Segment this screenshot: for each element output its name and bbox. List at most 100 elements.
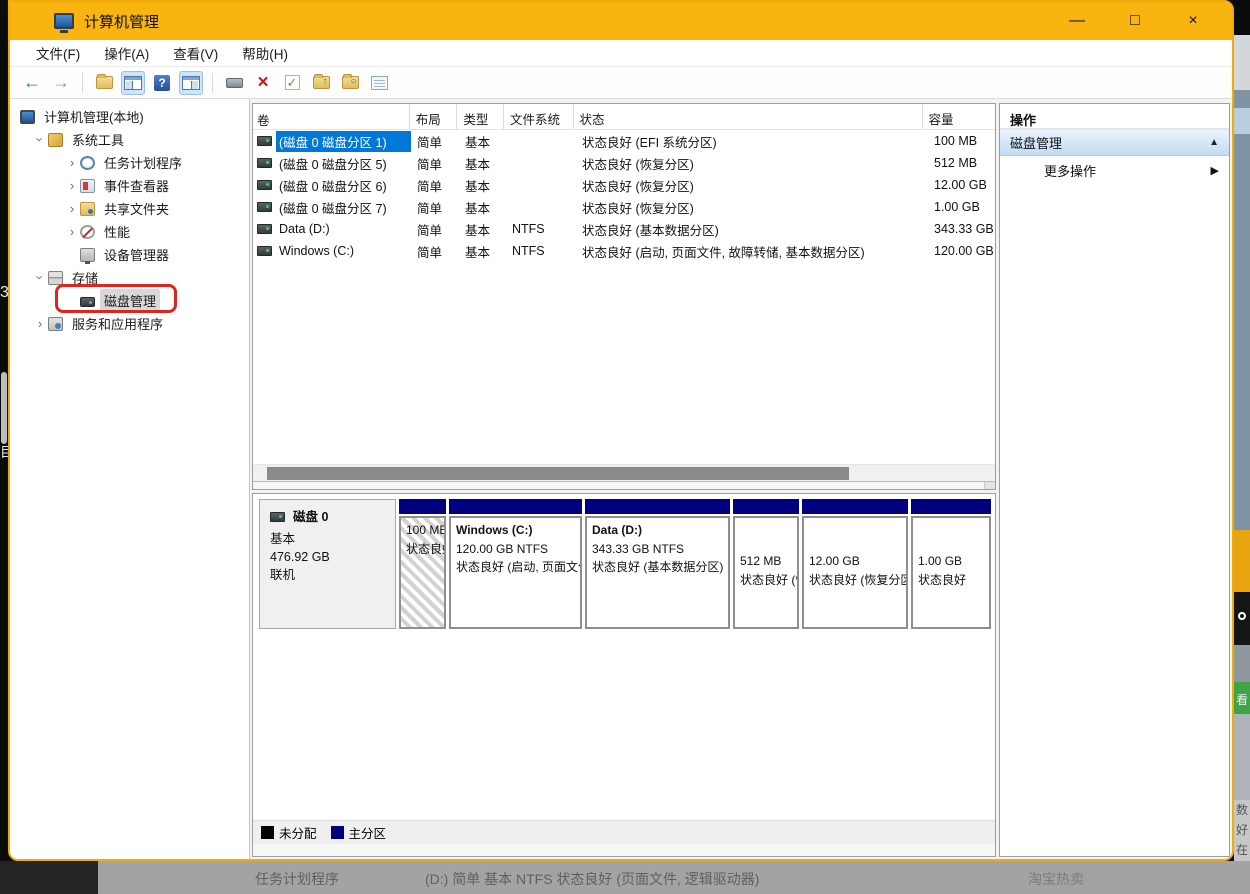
menu-view[interactable]: 查看(V): [163, 40, 228, 66]
col-type[interactable]: 类型: [457, 104, 504, 129]
chevron-right-icon[interactable]: ›: [66, 178, 78, 193]
volume-icon: [257, 158, 272, 168]
pane-scroll-strip[interactable]: [253, 481, 995, 489]
partition-strip: 100 MB 状态良好 Windows (C:) 120.00 GB NTFS …: [399, 499, 991, 629]
tree-item-device-manager[interactable]: › 设备管理器: [10, 243, 249, 266]
chevron-down-icon[interactable]: ›: [33, 134, 48, 146]
partition-recovery-12gb[interactable]: 12.00 GB 状态良好 (恢复分区): [802, 499, 908, 629]
collapse-arrow-icon[interactable]: ▲: [1209, 137, 1219, 148]
delete-icon[interactable]: ×: [251, 71, 275, 95]
disk-status: 联机: [270, 566, 389, 584]
volume-list-header: 卷 布局 类型 文件系统 状态 容量: [253, 104, 995, 130]
partition-recovery-512mb[interactable]: 512 MB 状态良好 (恢复分区): [733, 499, 799, 629]
event-viewer-icon: [80, 179, 95, 193]
help-icon[interactable]: ?: [150, 71, 174, 95]
bg-bottom-table-text: (D:) 简单 基本 NTFS 状态良好 (页面文件, 逻辑驱动器): [425, 869, 759, 889]
forward-icon[interactable]: →: [49, 71, 73, 95]
table-row[interactable]: Data (D:) 简单 基本 NTFS 状态良好 (基本数据分区) 343.3…: [253, 218, 995, 240]
col-filesystem[interactable]: 文件系统: [504, 104, 573, 129]
maximize-button[interactable]: □: [1118, 2, 1152, 40]
partition-efi[interactable]: 100 MB 状态良好: [399, 499, 446, 629]
computer-icon: [20, 110, 35, 124]
menu-help[interactable]: 帮助(H): [232, 40, 298, 66]
performance-icon: [80, 225, 95, 239]
menu-action[interactable]: 操作(A): [94, 40, 159, 66]
partition-type-bar: [399, 499, 446, 514]
tree-item-performance[interactable]: › 性能: [10, 220, 249, 243]
partition-recovery-1gb[interactable]: 1.00 GB 状态良好: [911, 499, 991, 629]
partition-type-bar: [733, 499, 799, 514]
volume-rows: (磁盘 0 磁盘分区 1) 简单 基本 状态良好 (EFI 系统分区) 100 …: [253, 130, 995, 464]
table-row[interactable]: (磁盘 0 磁盘分区 1) 简单 基本 状态良好 (EFI 系统分区) 100 …: [253, 130, 995, 152]
scrollbar-thumb[interactable]: [267, 467, 849, 480]
table-row[interactable]: (磁盘 0 磁盘分区 6) 简单 基本 状态良好 (恢复分区) 12.00 GB: [253, 174, 995, 196]
tree-item-task-scheduler[interactable]: › 任务计划程序: [10, 151, 249, 174]
titlebar[interactable]: 计算机管理 — □ ×: [10, 2, 1232, 40]
clock-icon: [80, 156, 95, 170]
services-icon: [48, 317, 63, 331]
col-capacity[interactable]: 容量: [923, 104, 995, 129]
bg-bottom-right-text: 淘宝热卖: [1028, 869, 1084, 889]
tools-icon: [48, 133, 63, 147]
bg-right-rows: 数好在: [1234, 800, 1250, 861]
chevron-right-icon[interactable]: ›: [66, 155, 78, 170]
partition-windows-c[interactable]: Windows (C:) 120.00 GB NTFS 状态良好 (启动, 页面…: [449, 499, 582, 629]
export-icon[interactable]: [92, 71, 116, 95]
tree-item-shared-folders[interactable]: › 共享文件夹: [10, 197, 249, 220]
folder-up-icon[interactable]: ↑: [309, 71, 333, 95]
tree-item-disk-management[interactable]: › 磁盘管理: [10, 289, 249, 312]
table-row[interactable]: Windows (C:) 简单 基本 NTFS 状态良好 (启动, 页面文件, …: [253, 240, 995, 262]
legend-primary: 主分区: [331, 823, 387, 842]
close-button[interactable]: ×: [1176, 2, 1210, 40]
center-panel: 卷 布局 类型 文件系统 状态 容量 (磁盘 0 磁盘分区 1) 简单 基本 状…: [250, 99, 998, 859]
tree-item-computer-management[interactable]: 计算机管理(本地): [10, 105, 249, 128]
toolbar-separator: [212, 73, 213, 93]
disk-0-info[interactable]: 磁盘 0 基本 476.92 GB 联机: [259, 499, 396, 629]
tree-item-storage[interactable]: › 存储: [10, 266, 249, 289]
list-view-icon[interactable]: [367, 71, 391, 95]
partition-type-bar: [911, 499, 991, 514]
menu-bar: 文件(F) 操作(A) 查看(V) 帮助(H): [10, 40, 1232, 67]
folder-find-icon[interactable]: ○: [338, 71, 362, 95]
volume-icon: [257, 246, 272, 256]
minimize-button[interactable]: —: [1060, 2, 1094, 40]
show-action-pane-icon[interactable]: [179, 71, 203, 95]
volume-icon: [257, 180, 272, 190]
bg-right-black: [1234, 592, 1250, 645]
more-actions-item[interactable]: 更多操作 ▶: [1000, 156, 1229, 184]
bg-bottom-left-text: 任务计划程序: [255, 869, 339, 889]
bg-right-amber: [1234, 530, 1250, 592]
computer-management-window: 计算机管理 — □ × 文件(F) 操作(A) 查看(V) 帮助(H) ← → …: [8, 0, 1234, 861]
properties-check-icon[interactable]: ✓: [280, 71, 304, 95]
chevron-right-icon[interactable]: ›: [34, 316, 46, 331]
col-status[interactable]: 状态: [574, 104, 923, 129]
actions-group-disk-management[interactable]: 磁盘管理 ▲: [1000, 130, 1229, 156]
show-console-tree-icon[interactable]: [121, 71, 145, 95]
partition-data-d[interactable]: Data (D:) 343.33 GB NTFS 状态良好 (基本数据分区): [585, 499, 730, 629]
col-layout[interactable]: 布局: [410, 104, 458, 129]
bg-right-lightgray: [1234, 714, 1250, 800]
window-title: 计算机管理: [84, 11, 159, 32]
tree-item-event-viewer[interactable]: › 事件查看器: [10, 174, 249, 197]
tree-item-services-apps[interactable]: › 服务和应用程序: [10, 312, 249, 335]
partition-type-bar: [802, 499, 908, 514]
table-row[interactable]: (磁盘 0 磁盘分区 7) 简单 基本 状态良好 (恢复分区) 1.00 GB: [253, 196, 995, 218]
tree-item-system-tools[interactable]: › 系统工具: [10, 128, 249, 151]
volume-icon: [257, 224, 272, 234]
chevron-right-icon[interactable]: ›: [66, 201, 78, 216]
actions-panel: 操作 磁盘管理 ▲ 更多操作 ▶: [998, 99, 1232, 859]
bg-right-lightband: [1234, 108, 1250, 134]
menu-file[interactable]: 文件(F): [26, 40, 90, 66]
table-row[interactable]: (磁盘 0 磁盘分区 5) 简单 基本 状态良好 (恢复分区) 512 MB: [253, 152, 995, 174]
disk-graphic-view: 磁盘 0 基本 476.92 GB 联机 100 MB 状态良好: [252, 493, 996, 857]
disk-icon: [80, 297, 95, 307]
chevron-down-icon[interactable]: ›: [33, 272, 48, 284]
horizontal-scrollbar[interactable]: [253, 464, 995, 481]
back-icon[interactable]: ←: [20, 71, 44, 95]
console-icon[interactable]: [222, 71, 246, 95]
submenu-arrow-icon: ▶: [1211, 164, 1219, 177]
app-icon: [54, 13, 74, 29]
col-volume[interactable]: 卷: [253, 104, 410, 129]
chevron-right-icon[interactable]: ›: [66, 224, 78, 239]
legend-swatch-navy: [331, 826, 344, 839]
